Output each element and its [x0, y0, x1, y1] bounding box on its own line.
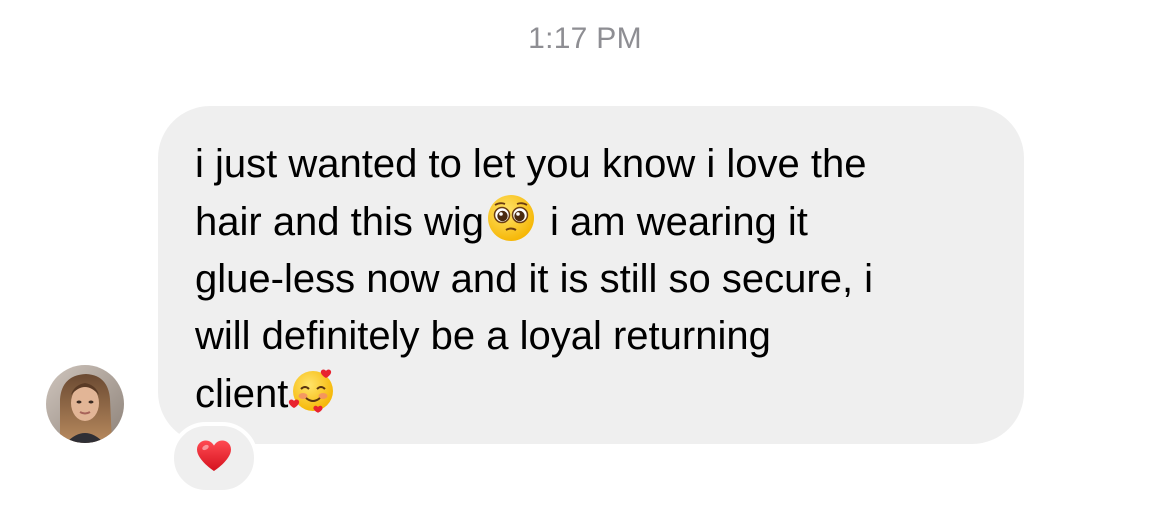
- message-line: client: [195, 365, 984, 423]
- message-bubble[interactable]: i just wanted to let you know i love the…: [158, 106, 1024, 444]
- message-line: i just wanted to let you know i love the: [195, 142, 867, 186]
- avatar-photo: [46, 365, 124, 443]
- smiling-face-with-hearts-icon: [288, 365, 338, 415]
- pleading-face-icon: [486, 193, 536, 243]
- message-line: hair and this wig i am wearing it: [195, 193, 984, 251]
- chat-thread: 1:17 PM i just wanted to let you know i …: [0, 0, 1170, 509]
- message-text: client: [195, 372, 289, 416]
- message-line: will definitely be a loyal returning: [195, 314, 771, 358]
- sender-avatar[interactable]: [46, 365, 124, 443]
- reaction-badge[interactable]: [170, 422, 258, 494]
- message-text: i am wearing it: [550, 200, 808, 244]
- message-line: glue-less now and it is still so secure,…: [195, 257, 874, 301]
- heart-icon: [195, 439, 233, 478]
- message-text: hair and this wig: [195, 200, 485, 244]
- message-timestamp: 1:17 PM: [528, 22, 642, 55]
